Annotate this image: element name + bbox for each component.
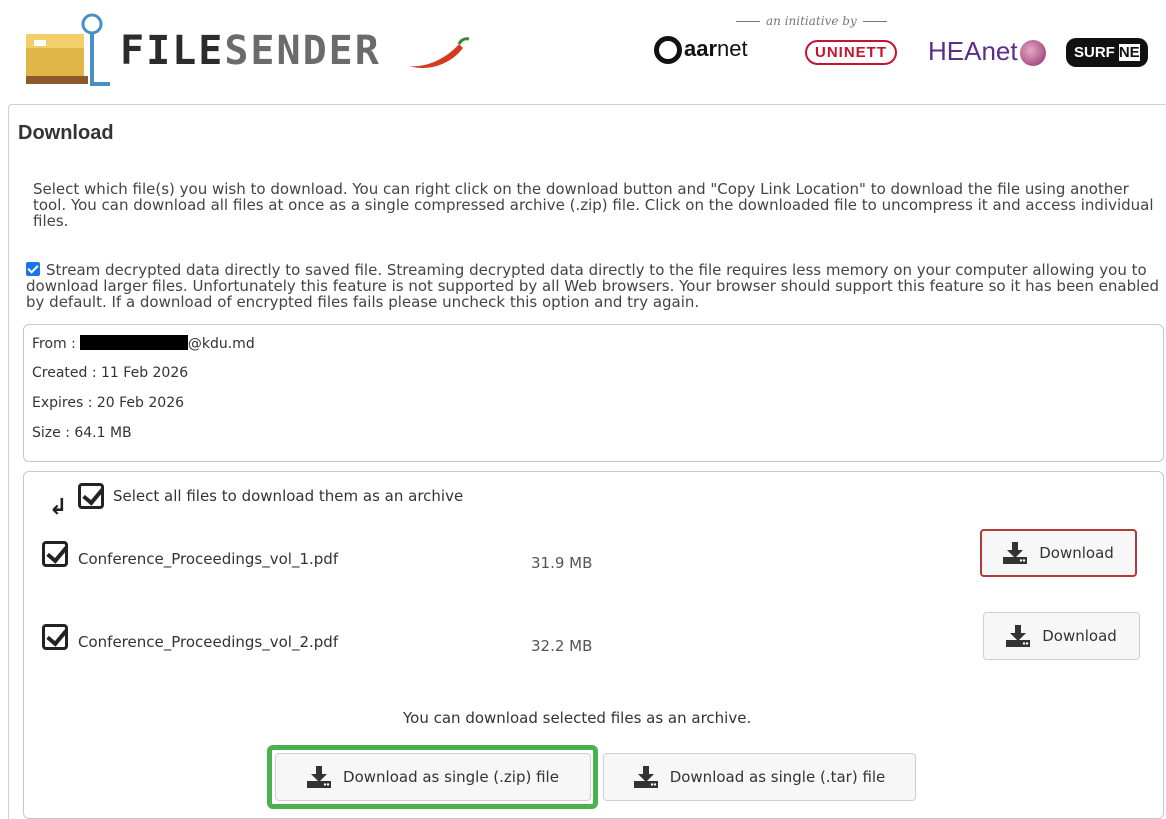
- download-zip-button[interactable]: Download as single (.zip) file: [275, 753, 591, 801]
- stream-option[interactable]: Stream decrypted data directly to saved …: [26, 262, 1161, 310]
- stream-option-label: Stream decrypted data directly to saved …: [26, 261, 1160, 311]
- brand-bold: FILE: [120, 28, 225, 74]
- filesender-box-logo-icon: [20, 12, 110, 94]
- initiative-label: an initiative by: [730, 14, 893, 28]
- aarnet-ring-icon: [654, 36, 682, 65]
- download-tar-button[interactable]: Download as single (.tar) file: [603, 753, 916, 801]
- redacted-sender: [79, 335, 188, 350]
- download-icon: [1006, 625, 1031, 647]
- aarnet-logo[interactable]: aarnet: [654, 36, 748, 65]
- download-icon: [307, 766, 332, 788]
- curve-arrow-icon: ↲: [49, 495, 68, 520]
- download-icon: [633, 766, 658, 788]
- file-1-checkbox[interactable]: [42, 541, 68, 567]
- select-all-label[interactable]: Select all files to download them as an …: [113, 487, 463, 505]
- file-1-size: 31.9 MB: [531, 554, 593, 572]
- expires-row: Expires : 20 Feb 2026: [32, 395, 185, 411]
- intro-text: Select which file(s) you wish to downloa…: [33, 180, 1154, 230]
- filesender-brand: FILESENDER: [120, 28, 471, 74]
- uninett-logo[interactable]: UNINETT: [805, 40, 897, 65]
- created-row: Created : 11 Feb 2026: [32, 365, 189, 381]
- size-row: Size : 64.1 MB: [32, 425, 132, 441]
- heanet-logo[interactable]: HEAnet: [928, 36, 1046, 67]
- file-2-name: Conference_Proceedings_vol_2.pdf: [78, 633, 339, 651]
- file-2-size: 32.2 MB: [531, 637, 593, 655]
- download-icon: [1003, 542, 1028, 564]
- chili-pepper-icon: [408, 37, 470, 68]
- select-all-checkbox[interactable]: [78, 483, 104, 509]
- file-1-name: Conference_Proceedings_vol_1.pdf: [78, 550, 339, 568]
- stream-checkbox[interactable]: [26, 262, 40, 276]
- brand-light: SENDER: [224, 28, 381, 74]
- page-title: Download: [18, 122, 114, 144]
- surfnet-logo[interactable]: SURF NE: [1066, 38, 1148, 67]
- heanet-globe-icon: [1019, 40, 1046, 67]
- file-2-checkbox[interactable]: [42, 624, 68, 650]
- header: FILESENDER an initiative by aarnet UNINE…: [0, 0, 1166, 100]
- archive-note: You can download selected files as an ar…: [403, 709, 752, 727]
- file-1-download-button[interactable]: Download: [980, 529, 1137, 577]
- file-2-download-button[interactable]: Download: [983, 612, 1140, 660]
- from-row: From : @kdu.md: [32, 335, 255, 352]
